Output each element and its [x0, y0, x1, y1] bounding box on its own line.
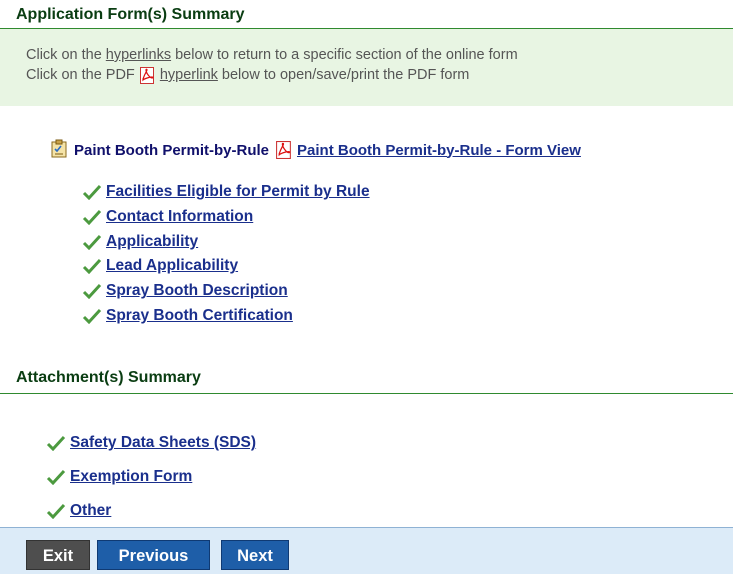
exit-button[interactable]: Exit — [26, 540, 90, 570]
list-item: Spray Booth Description — [82, 279, 370, 304]
attachment-link-other[interactable]: Other — [70, 502, 111, 520]
previous-button[interactable]: Previous — [97, 540, 210, 570]
list-item: Exemption Form — [46, 460, 256, 494]
checkmark-icon — [82, 258, 102, 275]
checkmark-icon — [82, 308, 102, 324]
section-link-applicability[interactable]: Applicability — [106, 233, 198, 251]
next-button[interactable]: Next — [221, 540, 289, 570]
form-view-link[interactable]: Paint Booth Permit-by-Rule - Form View — [297, 142, 581, 159]
list-item: Spray Booth Certification — [82, 303, 370, 328]
section-link-contact-information[interactable]: Contact Information — [106, 208, 253, 226]
checkmark-icon — [82, 234, 102, 250]
form-row: Paint Booth Permit-by-Rule Paint Booth P… — [50, 138, 581, 162]
attachment-link-exemption-form[interactable]: Exemption Form — [70, 468, 192, 486]
checkmark-icon — [82, 283, 102, 300]
attachment-link-sds[interactable]: Safety Data Sheets (SDS) — [70, 434, 256, 452]
list-item: Contact Information — [82, 205, 370, 230]
pdf-icon — [139, 66, 156, 84]
form-name: Paint Booth Permit-by-Rule — [74, 141, 270, 159]
list-item: Other — [46, 494, 256, 528]
section-link-lead-applicability[interactable]: Lead Applicability — [106, 257, 238, 275]
section-link-spray-booth-description[interactable]: Spray Booth Description — [106, 282, 288, 300]
list-item: Facilities Eligible for Permit by Rule — [82, 180, 370, 205]
pdf-hyperlink[interactable]: hyperlink — [160, 67, 218, 83]
section-link-facilities-eligible[interactable]: Facilities Eligible for Permit by Rule — [106, 183, 370, 201]
attachment-list: Safety Data Sheets (SDS) Exemption Form … — [46, 426, 256, 528]
form-section-list: Facilities Eligible for Permit by Rule C… — [82, 180, 370, 328]
list-item: Lead Applicability — [82, 254, 370, 279]
pdf-icon[interactable] — [275, 141, 293, 159]
instruction-line-1: Click on the hyperlinks below to return … — [26, 47, 518, 63]
form-checklist-icon — [50, 138, 70, 162]
instruction-line-2: Click on the PDF hyperlink below to open… — [26, 66, 470, 84]
hyperlinks-link[interactable]: hyperlinks — [106, 47, 171, 63]
attachment-summary-header: Attachment(s) Summary — [0, 364, 733, 394]
navigation-bar: Exit Previous Next — [0, 527, 733, 574]
checkmark-icon — [46, 469, 66, 486]
list-item: Applicability — [82, 229, 370, 254]
checkmark-icon — [46, 503, 66, 520]
checkmark-icon — [82, 209, 102, 226]
application-summary-header: Application Form(s) Summary — [0, 0, 733, 29]
list-item: Safety Data Sheets (SDS) — [46, 426, 256, 460]
checkmark-icon — [46, 435, 66, 452]
instructions-box: Click on the hyperlinks below to return … — [0, 29, 733, 106]
section-link-spray-booth-certification[interactable]: Spray Booth Certification — [106, 307, 293, 325]
checkmark-icon — [82, 184, 102, 201]
